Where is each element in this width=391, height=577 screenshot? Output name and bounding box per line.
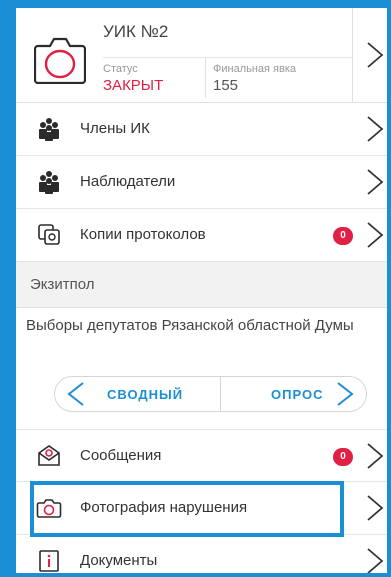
menu-item-label: Наблюдатели: [80, 173, 176, 190]
group-icon: [36, 170, 62, 194]
menu-item-label: Документы: [80, 552, 158, 569]
divider: [205, 58, 206, 98]
status-label: Статус: [103, 63, 138, 75]
info-icon: [36, 549, 62, 573]
highlight-frame: [30, 481, 344, 537]
frame-border-top: [0, 0, 391, 8]
menu-item-documents[interactable]: Документы: [16, 535, 387, 573]
chevron-right-icon: [365, 115, 385, 143]
uik-header[interactable]: УИК №2 Статус ЗАКРЫТ Финальная явка 155: [16, 8, 387, 103]
message-icon: [36, 444, 62, 468]
divider: [103, 57, 352, 58]
menu-item-label: Члены ИК: [80, 120, 150, 137]
menu-item-members[interactable]: Члены ИК: [16, 103, 387, 156]
menu-item-messages[interactable]: Сообщения 0: [16, 429, 387, 482]
divider: [220, 377, 221, 411]
chevron-right-icon: [365, 547, 385, 573]
tab-summary[interactable]: СВОДНЫЙ: [107, 387, 183, 402]
chevron-right-icon: [365, 221, 385, 249]
elections-title: Выборы депутатов Рязанской областной Дум…: [26, 317, 354, 334]
chevron-right-icon: [365, 168, 385, 196]
frame-border-left: [0, 0, 16, 577]
group-icon: [36, 117, 62, 141]
menu-item-label: Копии протоколов: [80, 226, 206, 243]
uik-title: УИК №2: [103, 22, 169, 41]
menu-item-label: Сообщения: [80, 447, 162, 464]
frame-border-bottom: [0, 573, 391, 577]
final-turnout-value: 155: [213, 77, 239, 94]
exitpoll-section-header: Экзитпол: [16, 262, 387, 308]
menu-item-observers[interactable]: Наблюдатели: [16, 156, 387, 209]
screen-content: УИК №2 Статус ЗАКРЫТ Финальная явка 155: [16, 8, 387, 573]
menu-item-protocol-copies[interactable]: Копии протоколов 0: [16, 209, 387, 262]
tab-poll[interactable]: ОПРОС: [271, 387, 323, 402]
app-frame: УИК №2 Статус ЗАКРЫТ Финальная явка 155: [0, 0, 391, 577]
chevron-right-icon[interactable]: [365, 41, 385, 69]
status-value: ЗАКРЫТ: [103, 77, 164, 94]
final-turnout-label: Финальная явка: [213, 63, 297, 75]
section-title: Экзитпол: [30, 276, 95, 293]
camera-icon[interactable]: [33, 36, 87, 85]
chevron-left-icon[interactable]: [65, 381, 87, 407]
frame-border-right: [387, 0, 391, 577]
chevron-right-icon: [365, 494, 385, 522]
chevron-right-icon: [365, 442, 385, 470]
copy-icon: [36, 223, 62, 247]
divider: [352, 8, 353, 103]
exitpoll-tabs: СВОДНЫЙ ОПРОС: [54, 376, 367, 412]
count-badge: 0: [333, 227, 353, 245]
chevron-right-icon[interactable]: [334, 381, 356, 407]
count-badge: 0: [333, 448, 353, 466]
